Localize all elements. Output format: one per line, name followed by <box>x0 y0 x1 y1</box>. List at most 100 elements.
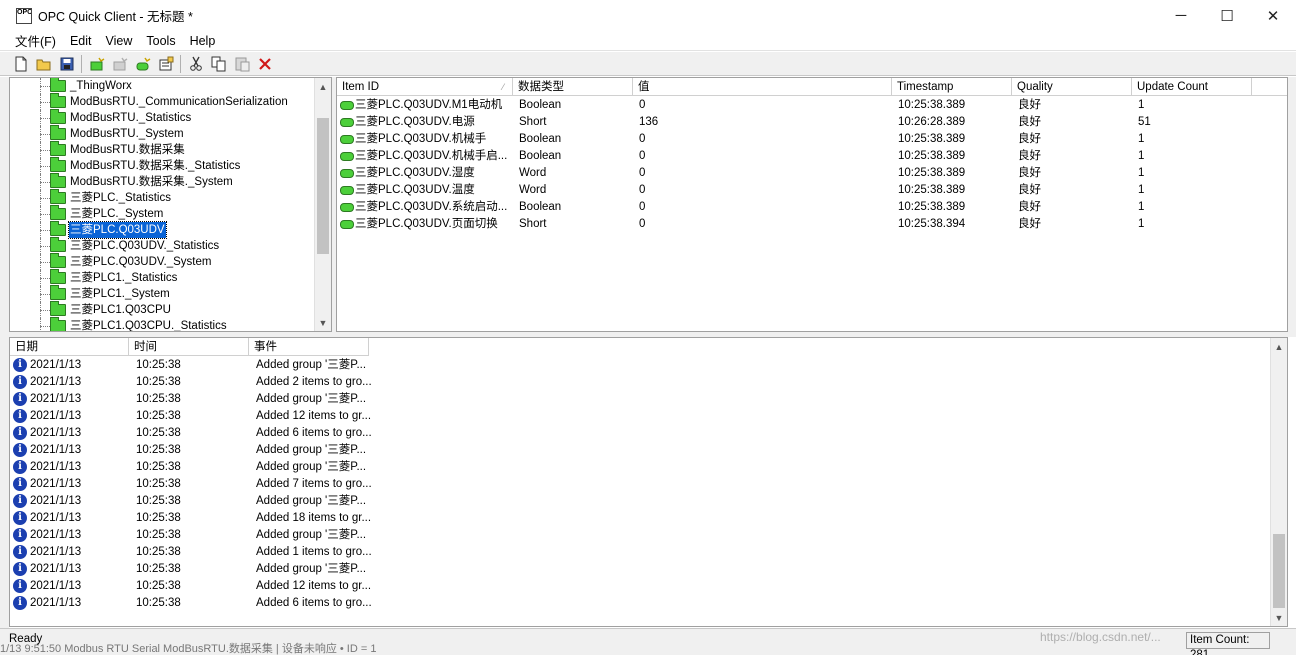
log-row[interactable]: i 2021/1/13 10:25:38 Added group '三菱P... <box>10 561 1270 578</box>
log-row[interactable]: i 2021/1/13 10:25:38 Added 7 items to gro..… <box>10 476 1270 493</box>
tree-item[interactable]: 三菱PLC.Q03UDV._System <box>10 253 314 270</box>
log-vertical-scrollbar[interactable]: ▲ ▼ <box>1270 338 1287 626</box>
log-row[interactable]: i 2021/1/13 10:25:38 Added 2 items to gro..… <box>10 374 1270 391</box>
column-header-item-id[interactable]: Item ID ⁄ <box>337 78 513 96</box>
cell-value: 136 <box>639 116 659 128</box>
tree-item[interactable]: ModBusRTU.数据采集 <box>10 141 314 158</box>
tree-item[interactable]: ModBusRTU._System <box>10 125 314 142</box>
tree-item[interactable]: 三菱PLC1.Q03CPU <box>10 301 314 318</box>
delete-icon[interactable] <box>253 54 276 74</box>
column-header-date[interactable]: 日期 <box>10 338 129 356</box>
cell-quality: 良好 <box>1018 133 1041 145</box>
scroll-down-icon[interactable]: ▼ <box>1271 609 1287 626</box>
table-row[interactable]: 三菱PLC.Q03UDV.温度 Word 0 10:25:38.389 良好 1 <box>337 182 1287 199</box>
column-header-time[interactable]: 时间 <box>129 338 249 356</box>
group-folder-icon <box>50 78 66 92</box>
new-server-connection-icon[interactable] <box>85 54 108 74</box>
scroll-thumb[interactable] <box>1273 534 1285 608</box>
cell-date: 2021/1/13 <box>30 563 82 575</box>
cell-item-id: 三菱PLC.Q03UDV.M1电动机 <box>355 99 503 111</box>
new-file-icon[interactable] <box>9 54 32 74</box>
table-row[interactable]: 三菱PLC.Q03UDV.湿度 Word 0 10:25:38.389 良好 1 <box>337 165 1287 182</box>
menu-view[interactable]: View <box>99 34 140 48</box>
cell-item-id: 三菱PLC.Q03UDV.页面切换 <box>355 218 498 230</box>
log-row[interactable]: i 2021/1/13 10:25:38 Added 6 items to gro..… <box>10 595 1270 612</box>
toolbar-separator <box>180 54 181 73</box>
cell-quality: 良好 <box>1018 99 1041 111</box>
open-folder-icon[interactable] <box>32 54 55 74</box>
tree-item[interactable]: 三菱PLC1._System <box>10 285 314 302</box>
menu-tools[interactable]: Tools <box>139 34 182 48</box>
menu-help[interactable]: Help <box>183 34 223 48</box>
tree-item-label: ModBusRTU._System <box>70 128 184 140</box>
cell-time: 10:25:38 <box>136 580 181 592</box>
tree-connector-line <box>40 262 50 263</box>
save-icon[interactable] <box>55 54 78 74</box>
tree-item[interactable]: _ThingWorx <box>10 78 314 94</box>
log-row[interactable]: i 2021/1/13 10:25:38 Added 18 items to gr..… <box>10 510 1270 527</box>
column-header-value[interactable]: 值 <box>633 78 892 96</box>
log-row[interactable]: i 2021/1/13 10:25:38 Added 6 items to gro..… <box>10 425 1270 442</box>
maximize-button[interactable]: ☐ <box>1204 0 1250 31</box>
group-folder-icon <box>50 285 66 300</box>
log-row[interactable]: i 2021/1/13 10:25:38 Added group '三菱P... <box>10 493 1270 510</box>
log-row[interactable]: i 2021/1/13 10:25:38 Added group '三菱P... <box>10 357 1270 374</box>
tree-item[interactable]: ModBusRTU._Statistics <box>10 109 314 126</box>
scroll-thumb[interactable] <box>317 118 329 254</box>
table-row[interactable]: 三菱PLC.Q03UDV.机械手 Boolean 0 10:25:38.389 良好 1 <box>337 131 1287 148</box>
table-row[interactable]: 三菱PLC.Q03UDV.页面切换 Short 0 10:25:38.394 良好 1 <box>337 216 1287 233</box>
properties-icon[interactable] <box>154 54 177 74</box>
scroll-down-icon[interactable]: ▼ <box>315 314 331 331</box>
new-item-icon[interactable] <box>131 54 154 74</box>
column-header-update-count[interactable]: Update Count <box>1132 78 1252 96</box>
log-row[interactable]: i 2021/1/13 10:25:38 Added group '三菱P... <box>10 391 1270 408</box>
log-row[interactable]: i 2021/1/13 10:25:38 Added group '三菱P... <box>10 459 1270 476</box>
log-row[interactable]: i 2021/1/13 10:25:38 Added group '三菱P... <box>10 442 1270 459</box>
minimize-button[interactable]: ─ <box>1158 0 1204 31</box>
tree-item[interactable]: 三菱PLC1._Statistics <box>10 269 314 286</box>
cell-item-id: 三菱PLC.Q03UDV.系统启动... <box>355 201 508 213</box>
cell-data-type: Short <box>519 116 547 128</box>
info-icon: i <box>13 579 27 593</box>
table-row[interactable]: 三菱PLC.Q03UDV.M1电动机 Boolean 0 10:25:38.389 良好… <box>337 97 1287 114</box>
new-group-icon[interactable] <box>108 54 131 74</box>
cell-event: Added 6 items to gro... <box>256 427 372 439</box>
tree-connector-line <box>40 198 50 199</box>
column-header-event[interactable]: 事件 <box>249 338 369 356</box>
scroll-up-icon[interactable]: ▲ <box>315 78 331 95</box>
tree-connector-line <box>40 230 50 231</box>
cut-icon[interactable] <box>184 54 207 74</box>
cell-update-count: 1 <box>1138 167 1145 179</box>
tree-item[interactable]: 三菱PLC._Statistics <box>10 189 314 206</box>
tree-item[interactable]: ModBusRTU._CommunicationSerialization <box>10 93 314 110</box>
tree-item[interactable]: ModBusRTU.数据采集._System <box>10 173 314 190</box>
cell-time: 10:25:38 <box>136 512 181 524</box>
column-header-data-type[interactable]: 数据类型 <box>513 78 633 96</box>
tree-item[interactable]: 三菱PLC.Q03UDV._Statistics <box>10 237 314 254</box>
scroll-up-icon[interactable]: ▲ <box>1271 338 1287 355</box>
log-row[interactable]: i 2021/1/13 10:25:38 Added 12 items to gr..… <box>10 408 1270 425</box>
log-row[interactable]: i 2021/1/13 10:25:38 Added 1 items to gro..… <box>10 544 1270 561</box>
tree-item[interactable]: 三菱PLC.Q03UDV <box>10 221 314 239</box>
paste-icon[interactable] <box>230 54 253 74</box>
menu-file[interactable]: 文件(F) <box>8 31 63 50</box>
log-row[interactable]: i 2021/1/13 10:25:38 Added 12 items to gr..… <box>10 578 1270 595</box>
event-log-pane: 日期 时间 事件 i 2021/1/13 10:25:38 Added group '… <box>9 337 1288 627</box>
tree-vertical-scrollbar[interactable]: ▲ ▼ <box>314 78 331 331</box>
title-bar: OPC OPC Quick Client - 无标题 * ─ ☐ ✕ <box>0 0 1296 31</box>
tree-item[interactable]: ModBusRTU.数据采集._Statistics <box>10 157 314 174</box>
cell-date: 2021/1/13 <box>30 546 82 558</box>
tag-icon <box>340 186 354 195</box>
table-row[interactable]: 三菱PLC.Q03UDV.电源 Short 136 10:26:28.389 良好 51 <box>337 114 1287 131</box>
tree-item[interactable]: 三菱PLC1.Q03CPU._Statistics <box>10 317 314 331</box>
close-button[interactable]: ✕ <box>1250 0 1296 31</box>
tree-item[interactable]: 三菱PLC._System <box>10 205 314 222</box>
table-row[interactable]: 三菱PLC.Q03UDV.系统启动... Boolean 0 10:25:38.389… <box>337 199 1287 216</box>
column-header-quality[interactable]: Quality <box>1012 78 1132 96</box>
log-row[interactable]: i 2021/1/13 10:25:38 Added group '三菱P... <box>10 527 1270 544</box>
menu-edit[interactable]: Edit <box>63 34 99 48</box>
table-row[interactable]: 三菱PLC.Q03UDV.机械手启... Boolean 0 10:25:38.389… <box>337 148 1287 165</box>
column-header-timestamp[interactable]: Timestamp <box>892 78 1012 96</box>
cell-date: 2021/1/13 <box>30 393 82 405</box>
copy-icon[interactable] <box>207 54 230 74</box>
